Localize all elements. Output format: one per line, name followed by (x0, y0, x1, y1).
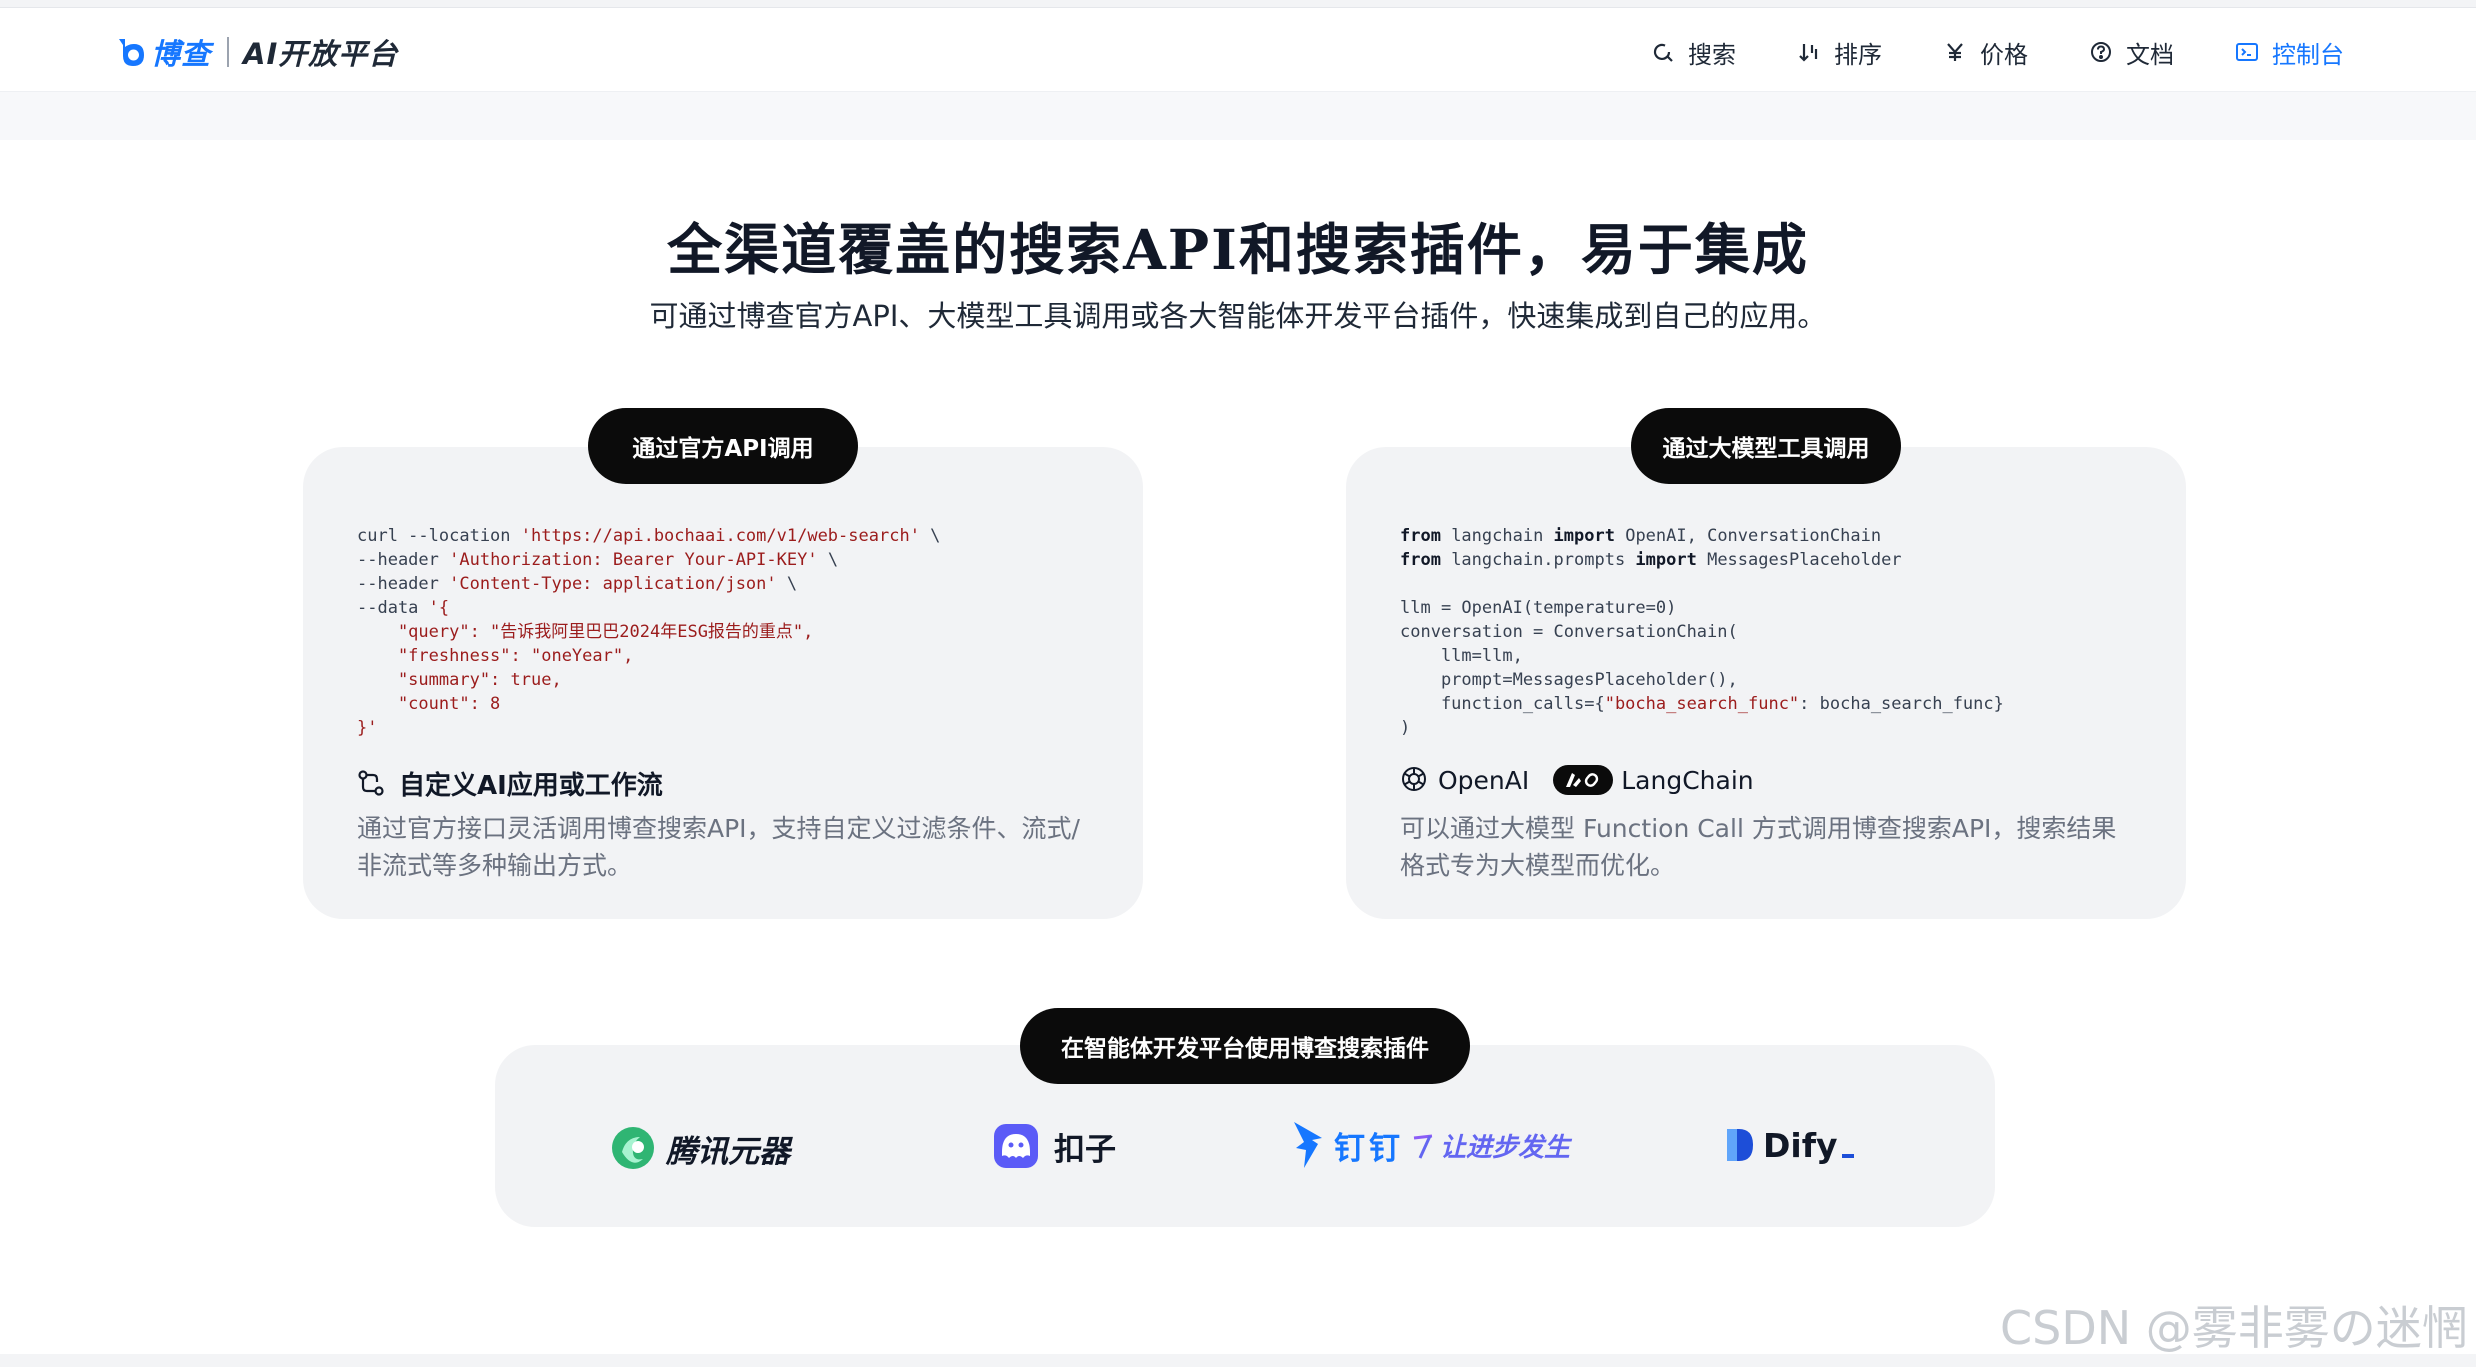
llm-tools-description: 可以通过大模型 Function Call 方式调用博查搜索API，搜索结果格式… (1400, 814, 2117, 880)
dify-icon (1727, 1129, 1753, 1161)
partner-tencent-label: 腾讯元器 (666, 1133, 790, 1170)
nav-docs-label: 文档 (2126, 40, 2174, 69)
partner-dingtalk-slogan: 让进步发生 (1440, 1132, 1571, 1163)
dify-underscore-icon (1841, 1154, 1854, 1158)
llm-tools-pill: 通过大模型工具调用 (1631, 408, 1901, 484)
workflow-icon (357, 769, 387, 799)
langchain-icon (1553, 765, 1614, 795)
custom-app-heading: 自定义AI应用或工作流 (357, 765, 663, 802)
nav-docs[interactable]: 文档 (2088, 35, 2174, 70)
hero-subtitle: 可通过博查官方API、大模型工具调用或各大智能体开发平台插件，快速集成到自己的应… (649, 299, 1827, 333)
official-api-pill: 通过官方API调用 (588, 408, 858, 484)
watermark: CSDN @雾非雾の迷惘 (2000, 1301, 2468, 1355)
search-icon (1650, 39, 1676, 65)
langchain-label: LangChain (1621, 765, 1754, 795)
openai-label: OpenAI (1438, 765, 1530, 795)
dingtalk-slash-icon (1413, 1134, 1433, 1159)
langchain-code-block: from langchain import OpenAI, Conversati… (1400, 526, 2004, 738)
partner-coze-label: 扣子 (1054, 1131, 1116, 1168)
nav-pricing-label: 价格 (1980, 40, 2028, 69)
custom-app-heading-text: 自定义AI应用或工作流 (399, 771, 663, 801)
nav-sort[interactable]: 排序 (1796, 35, 1882, 70)
help-circle-icon (2088, 39, 2114, 65)
partner-coze[interactable]: 扣子 (992, 1122, 1116, 1170)
navbar: 博查 AI开放平台 搜索 排序 价格 文档 控制台 (0, 8, 2476, 92)
dingtalk-icon (1294, 1122, 1322, 1168)
nav-pricing[interactable]: 价格 (1942, 35, 2028, 70)
brand-logo[interactable]: 博查 AI开放平台 (115, 30, 398, 74)
openai-icon (1400, 765, 1430, 795)
official-api-description: 通过官方接口灵活调用博查搜索API，支持自定义过滤条件、流式/非流式等多种输出方… (357, 814, 1080, 880)
partner-dingtalk[interactable]: 钉钉 让进步发生 (1290, 1120, 1570, 1170)
brand-platform: AI开放平台 (243, 37, 399, 71)
brand-name: 博查 (151, 37, 212, 71)
sort-icon (1796, 39, 1822, 65)
bottom-border (0, 1354, 2476, 1367)
nav-search-label: 搜索 (1688, 40, 1736, 69)
partner-dingtalk-label: 钉钉 (1334, 1130, 1404, 1167)
nav-search[interactable]: 搜索 (1650, 35, 1736, 70)
main-nav: 搜索 排序 价格 文档 控制台 (1650, 30, 2344, 74)
partner-dify[interactable]: Dify (1723, 1125, 1854, 1165)
top-border (0, 0, 2476, 8)
nav-console-label: 控制台 (2272, 40, 2344, 69)
partner-dify-label: Dify (1763, 1125, 1838, 1165)
header-spacer (0, 92, 2476, 140)
brand-divider (227, 37, 230, 67)
curl-code-block: curl --location 'https://api.bochaai.com… (357, 526, 941, 738)
yen-icon (1942, 39, 1968, 65)
partner-tencent-yuanqi[interactable]: 腾讯元器 (610, 1125, 790, 1171)
console-icon (2234, 39, 2260, 65)
nav-sort-label: 排序 (1834, 40, 1882, 69)
hero-title: 全渠道覆盖的搜索API和搜索插件，易于集成 (667, 217, 1809, 282)
coze-icon (994, 1124, 1038, 1168)
agent-platforms-pill: 在智能体开发平台使用博查搜索插件 (1020, 1008, 1470, 1084)
tencent-yuanqi-icon (612, 1127, 654, 1169)
llm-providers-row: OpenAI LangChain (1400, 765, 1754, 795)
nav-console[interactable]: 控制台 (2234, 35, 2344, 70)
bocha-logo-icon (115, 35, 149, 69)
